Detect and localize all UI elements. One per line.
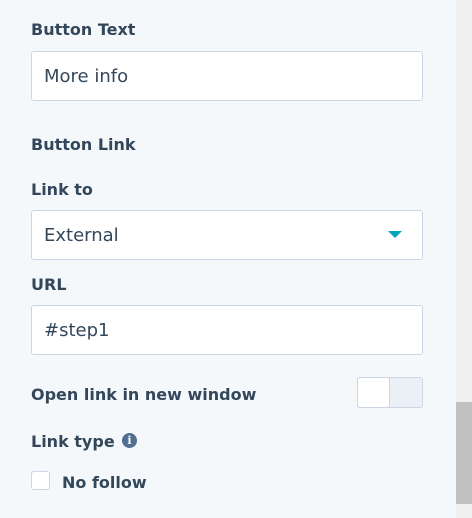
settings-panel: Button Text More info Button Link Link t… [0,0,456,518]
toggle-knob [357,377,390,408]
link-to-select[interactable]: External [31,210,423,260]
link-type-label: Link type [31,432,115,451]
link-to-label: Link to [31,180,93,199]
link-to-selected-value: External [44,224,119,246]
caret-down-icon [388,231,402,238]
open-new-window-label: Open link in new window [31,385,257,404]
no-follow-label[interactable]: No follow [62,473,147,492]
url-value: #step1 [44,319,110,341]
no-follow-checkbox[interactable] [31,471,50,490]
button-text-label: Button Text [31,20,136,39]
url-input[interactable]: #step1 [31,305,423,355]
scrollbar-thumb[interactable] [456,402,472,504]
button-text-input[interactable]: More info [31,51,423,101]
open-new-window-toggle[interactable] [357,377,423,408]
button-text-value: More info [44,65,129,87]
url-label: URL [31,275,67,294]
info-icon[interactable]: i [122,433,137,448]
button-link-heading: Button Link [31,135,136,154]
